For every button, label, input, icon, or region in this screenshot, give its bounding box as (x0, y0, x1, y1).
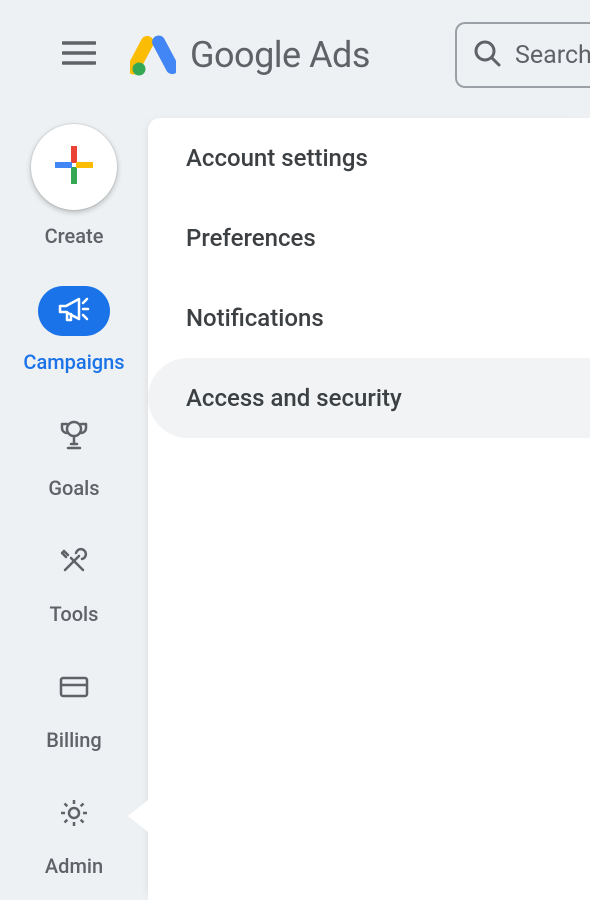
nav-label: Admin (45, 854, 103, 878)
plus-icon (55, 146, 93, 188)
create-label: Create (45, 224, 104, 248)
credit-card-icon (57, 673, 91, 705)
submenu-pointer (128, 800, 148, 832)
tools-icon (57, 544, 91, 582)
submenu-item-access-security[interactable]: Access and security (148, 358, 590, 438)
product-logo[interactable]: Google Ads (130, 34, 370, 76)
nav-item-tools[interactable]: Tools (38, 538, 110, 626)
search-icon (473, 39, 501, 71)
nav-item-admin[interactable]: Admin (38, 790, 110, 878)
admin-submenu-panel: Account settings Preferences Notificatio… (148, 118, 590, 900)
submenu-label: Preferences (186, 224, 316, 252)
create-button[interactable] (31, 124, 117, 210)
nav-item-billing[interactable]: Billing (38, 664, 110, 752)
product-name: Google Ads (190, 34, 370, 76)
nav-item-campaigns[interactable]: Campaigns (23, 286, 124, 374)
submenu-item-preferences[interactable]: Preferences (148, 198, 590, 278)
nav-label: Tools (50, 602, 99, 626)
submenu-label: Access and security (186, 384, 402, 412)
nav-label: Goals (48, 476, 99, 500)
search-placeholder: Search (515, 41, 590, 70)
left-nav-rail: Create Campaigns Goals (0, 124, 148, 878)
megaphone-icon (57, 294, 91, 328)
submenu-item-notifications[interactable]: Notifications (148, 278, 590, 358)
hamburger-menu-icon[interactable] (62, 41, 96, 69)
nav-item-goals[interactable]: Goals (38, 412, 110, 500)
nav-label: Billing (46, 728, 102, 752)
submenu-label: Notifications (186, 304, 324, 332)
submenu-label: Account settings (186, 144, 368, 172)
trophy-icon (57, 418, 91, 456)
header-bar: Google Ads Search (0, 0, 590, 110)
nav-label: Campaigns (23, 350, 124, 374)
gear-icon (58, 797, 90, 833)
submenu-item-account-settings[interactable]: Account settings (148, 118, 590, 198)
google-ads-logo-icon (130, 34, 176, 76)
search-box[interactable]: Search (455, 22, 590, 88)
